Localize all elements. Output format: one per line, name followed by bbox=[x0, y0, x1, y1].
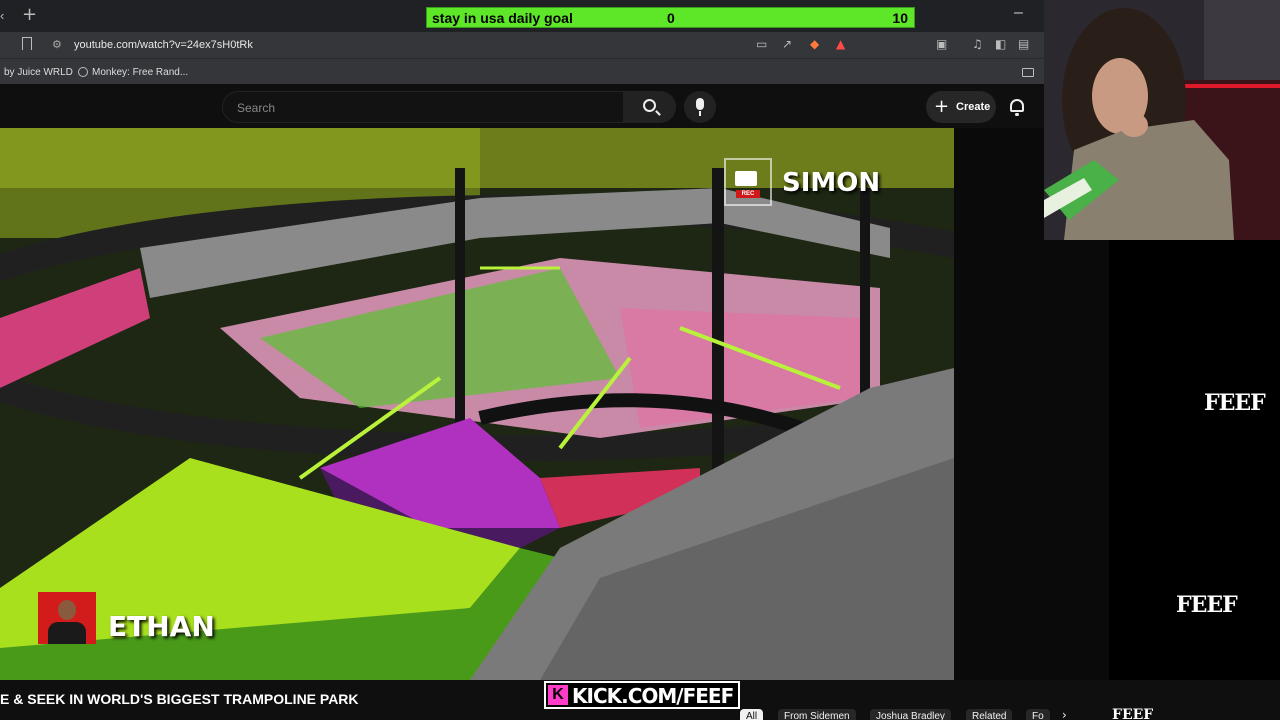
kick-badge: K KICK.COM/FEEF bbox=[544, 681, 740, 709]
url-field[interactable]: youtube.com/watch?v=24ex7sH0tRk bbox=[74, 39, 253, 51]
voice-search-button[interactable] bbox=[684, 91, 716, 123]
video-title: E & SEEK IN WORLD'S BIGGEST TRAMPOLINE P… bbox=[0, 691, 359, 707]
mic-icon bbox=[696, 98, 704, 110]
player-name-ethan: ETHAN bbox=[108, 610, 215, 643]
youtube-header: Search + Create bbox=[0, 84, 1044, 128]
chips-next-arrow-icon[interactable]: › bbox=[1062, 708, 1067, 720]
video-player[interactable] bbox=[0, 128, 954, 680]
ethan-avatar bbox=[38, 592, 96, 644]
camera-overlay: REC bbox=[724, 158, 772, 206]
kick-url: KICK.COM/FEEF bbox=[572, 684, 734, 708]
video-camera-icon bbox=[735, 171, 757, 186]
create-label: Create bbox=[956, 101, 991, 113]
video-frame bbox=[0, 128, 954, 680]
bookmarks-bar: by Juice WRLD Monkey: Free Rand... bbox=[0, 58, 1044, 84]
sidebar-icon[interactable]: ◧ bbox=[995, 37, 1006, 51]
bookmark-juice-wrld[interactable]: by Juice WRLD bbox=[4, 67, 73, 78]
feef-logo: FEEF bbox=[1204, 390, 1266, 416]
kick-logo-icon: K bbox=[548, 685, 568, 705]
bookmark-monkey[interactable]: Monkey: Free Rand... bbox=[92, 67, 188, 78]
chip-related[interactable]: Related bbox=[966, 709, 1013, 720]
bottom-bar: E & SEEK IN WORLD'S BIGGEST TRAMPOLINE P… bbox=[0, 680, 1280, 720]
chip-from-sidemen[interactable]: From Sidemen bbox=[778, 709, 856, 720]
screenshot-icon[interactable]: ▣ bbox=[936, 37, 947, 51]
site-settings-icon[interactable]: ⚙ bbox=[52, 38, 62, 51]
webcam-frame bbox=[1044, 0, 1280, 240]
folder-icon[interactable] bbox=[1022, 68, 1034, 77]
search-button[interactable] bbox=[624, 91, 676, 123]
create-button[interactable]: + Create bbox=[926, 91, 996, 123]
bookmark-icon[interactable] bbox=[22, 37, 32, 50]
chip-joshua-bradley[interactable]: Joshua Bradley bbox=[870, 709, 951, 720]
chip-all[interactable]: All bbox=[740, 709, 764, 720]
brave-shield-icon[interactable]: ◆ bbox=[810, 37, 819, 51]
search-input[interactable]: Search bbox=[222, 91, 624, 123]
share-icon[interactable]: ↗ bbox=[782, 37, 792, 51]
search-icon bbox=[643, 99, 656, 112]
rec-badge: REC bbox=[736, 190, 760, 198]
wallet-icon[interactable]: ▤ bbox=[1018, 37, 1029, 51]
goal-text: stay in usa daily goal bbox=[432, 10, 573, 26]
media-icon[interactable]: ♫ bbox=[972, 37, 983, 51]
search-placeholder: Search bbox=[237, 101, 276, 115]
tab-back-icon[interactable]: ‹ bbox=[0, 8, 4, 23]
cast-icon[interactable]: ▭ bbox=[756, 37, 767, 51]
streamer-webcam bbox=[1044, 0, 1280, 240]
stream-side-panel: FEEF FEEF bbox=[1109, 240, 1280, 720]
brave-rewards-icon[interactable]: ▲ bbox=[836, 37, 845, 51]
goal-current: 0 bbox=[667, 10, 675, 26]
goal-target: 10 bbox=[892, 10, 908, 26]
daily-goal-bar: stay in usa daily goal 0 10 bbox=[426, 7, 915, 28]
minimize-button[interactable]: – bbox=[1014, 4, 1023, 22]
plus-icon: + bbox=[934, 96, 950, 117]
globe-icon bbox=[78, 67, 88, 77]
feef-logo: FEEF bbox=[1176, 592, 1238, 618]
notifications-bell-icon[interactable] bbox=[1010, 99, 1024, 116]
new-tab-button[interactable]: + bbox=[22, 4, 37, 25]
chip-partial[interactable]: Fo bbox=[1026, 709, 1050, 720]
address-bar: ⚙ youtube.com/watch?v=24ex7sH0tRk ▭ ↗ ◆ … bbox=[0, 32, 1044, 58]
feef-logo-small: FEEF bbox=[1112, 707, 1154, 720]
player-name-simon: SIMON bbox=[782, 168, 881, 198]
